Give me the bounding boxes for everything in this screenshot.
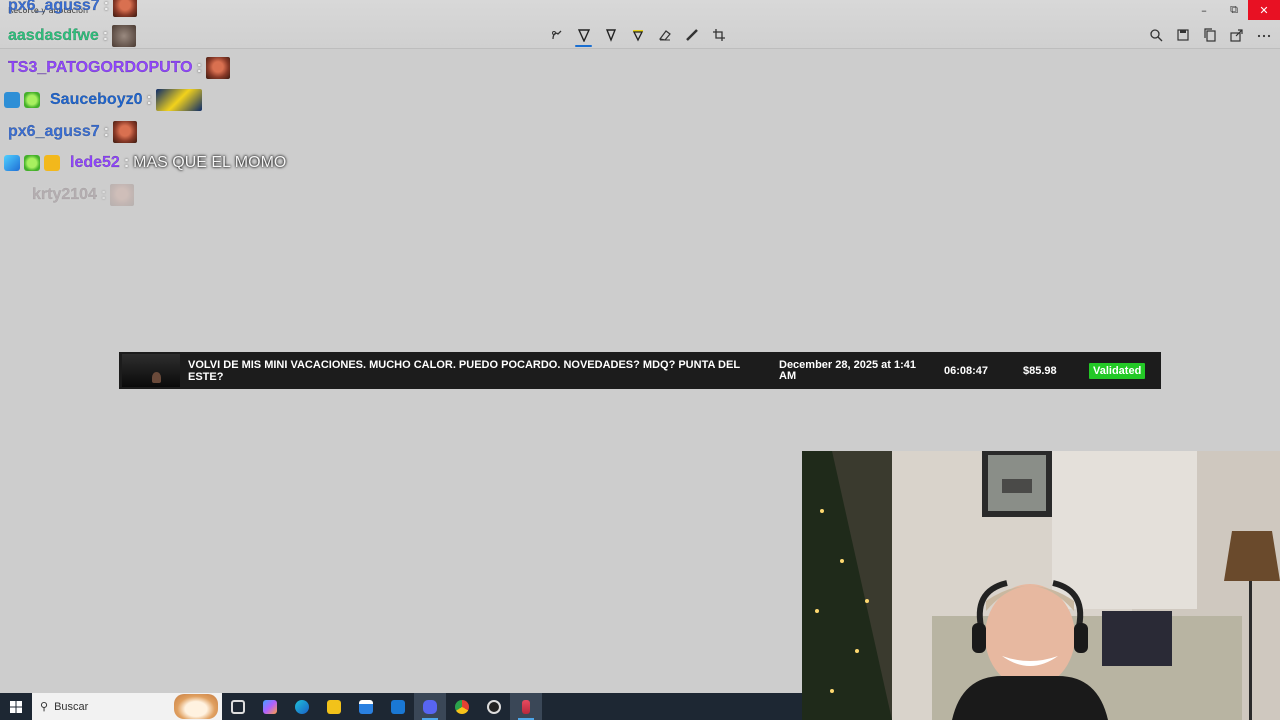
chat-separator: :	[100, 186, 107, 203]
chat-username: Sauceboyz0	[50, 91, 143, 108]
emote-icon	[112, 25, 137, 47]
cube-badge-icon	[4, 155, 20, 171]
snipping-tool-icon[interactable]	[510, 693, 542, 720]
webcam-feed	[802, 451, 1280, 720]
more-options-icon[interactable]	[1255, 26, 1272, 43]
emote-icon	[155, 89, 202, 111]
donation-time: 06:08:47	[944, 364, 989, 377]
share-icon[interactable]	[1228, 26, 1245, 43]
status-badge: Validated	[1089, 362, 1146, 379]
chat-username: TS3_PATOGORDOPUTO	[8, 59, 193, 76]
chat-message: TS3_PATOGORDOPUTO :	[8, 56, 230, 80]
sub-badge-icon	[4, 92, 20, 108]
sparkle-badge-icon	[24, 155, 40, 171]
restore-button[interactable]: ⧉	[1218, 0, 1250, 20]
chrome-icon[interactable]	[446, 693, 478, 720]
chat-text: MAS QUE EL MOMO	[133, 154, 287, 171]
emote-icon	[112, 121, 137, 143]
search-icon: ⚲	[40, 700, 49, 713]
chat-separator: :	[146, 91, 152, 108]
taskbar-search[interactable]: ⚲ Buscar	[32, 693, 222, 720]
emote-icon	[112, 0, 137, 17]
chat-username: krty2104	[32, 186, 97, 203]
title-bar: Recorte y anotación – ⧉ ✕	[0, 0, 1280, 49]
mail-icon[interactable]	[382, 693, 414, 720]
obs-icon[interactable]	[478, 693, 510, 720]
task-view-icon[interactable]	[222, 693, 254, 720]
chat-username: px6_aguss7	[8, 0, 100, 14]
emote-icon	[110, 184, 135, 206]
chat-username: lede52	[70, 154, 120, 171]
chat-separator: :	[102, 27, 109, 44]
copilot-icon[interactable]	[254, 693, 286, 720]
discord-icon[interactable]	[414, 693, 446, 720]
chat-separator: :	[123, 154, 130, 171]
donation-date: December 28, 2025 at 1:41 AM	[779, 358, 916, 382]
chat-message: Sauceboyz0 :	[4, 88, 202, 112]
chat-separator: :	[103, 0, 109, 14]
search-highlight-image	[174, 694, 218, 719]
chat-message: aasdasdfwe :	[8, 24, 137, 48]
chat-username: aasdasdfwe	[8, 27, 99, 44]
search-placeholder: Buscar	[54, 700, 89, 713]
chat-separator: :	[196, 59, 202, 76]
pencil-icon[interactable]	[602, 26, 619, 43]
edge-icon[interactable]	[286, 693, 318, 720]
donation-banner: VOLVI DE MIS MINI VACACIONES. MUCHO CALO…	[119, 352, 1161, 389]
donation-amount: $85.98	[1023, 364, 1057, 377]
crown-badge-icon	[44, 155, 60, 171]
annotation-toolbar	[548, 26, 727, 47]
file-toolbar	[1147, 26, 1272, 43]
crop-icon[interactable]	[710, 26, 727, 43]
chat-message: px6_aguss7 :	[8, 0, 137, 18]
donation-message: VOLVI DE MIS MINI VACACIONES. MUCHO CALO…	[188, 358, 740, 383]
touch-write-icon[interactable]	[548, 26, 565, 43]
file-explorer-icon[interactable]	[318, 693, 350, 720]
sparkle-badge-icon	[24, 92, 40, 108]
store-icon[interactable]	[350, 693, 382, 720]
chat-username: px6_aguss7	[8, 123, 100, 140]
start-button[interactable]	[0, 693, 32, 720]
eraser-icon[interactable]	[656, 26, 673, 43]
zoom-icon[interactable]	[1147, 26, 1164, 43]
donor-avatar	[122, 354, 180, 387]
chat-message: px6_aguss7 :	[8, 120, 137, 144]
chat-separator: :	[103, 123, 109, 140]
windows-icon	[10, 700, 22, 713]
chat-message: krty2104 :	[32, 183, 135, 207]
ruler-icon[interactable]	[683, 26, 700, 43]
close-button[interactable]: ✕	[1248, 0, 1280, 20]
chat-message: lede52 : MAS QUE EL MOMO	[4, 151, 286, 175]
emote-icon	[205, 57, 230, 79]
ballpoint-pen-icon[interactable]	[575, 26, 592, 47]
save-icon[interactable]	[1174, 26, 1191, 43]
copy-icon[interactable]	[1201, 26, 1218, 43]
taskbar: ⚲ Buscar	[0, 693, 802, 720]
minimize-button[interactable]: –	[1188, 0, 1220, 20]
highlighter-icon[interactable]	[629, 26, 646, 43]
